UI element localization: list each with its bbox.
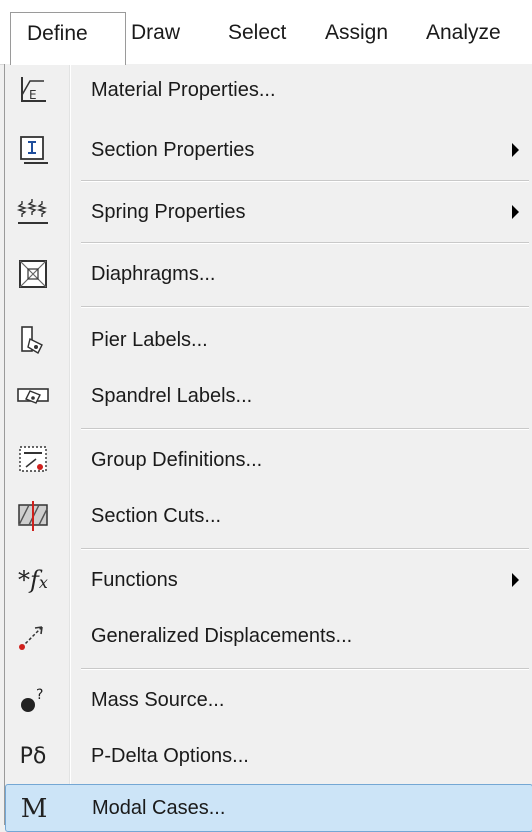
define-dropdown-menu: E Material Properties... Section Propert… (4, 64, 532, 832)
menu-item-label: Pier Labels... (91, 329, 208, 351)
menu-separator (81, 306, 529, 308)
menu-item-label: Generalized Displacements... (91, 625, 353, 647)
group-definitions-icon (15, 442, 51, 478)
svg-text:?: ? (36, 687, 43, 703)
spring-properties-icon (15, 194, 51, 230)
submenu-arrow-icon (512, 205, 519, 219)
menu-separator (81, 428, 529, 430)
menu-item-label: Modal Cases... (92, 797, 226, 819)
menu-separator (81, 242, 529, 244)
submenu-arrow-icon (512, 143, 519, 157)
menu-item-section-properties[interactable]: Section Properties (5, 124, 532, 176)
menu-separator (81, 548, 529, 550)
section-properties-icon (15, 132, 51, 168)
menu-item-functions[interactable]: *fx Functions (5, 554, 532, 606)
svg-text:E: E (29, 88, 37, 102)
section-cuts-icon (15, 498, 51, 534)
menu-select[interactable]: Select (228, 12, 286, 54)
menu-item-label: P-Delta Options... (91, 745, 249, 767)
diaphragms-icon (15, 256, 51, 292)
pier-labels-icon (15, 322, 51, 358)
menu-separator (81, 180, 529, 182)
modal-cases-icon: M (20, 794, 48, 824)
menu-item-diaphragms[interactable]: Diaphragms... (5, 248, 532, 300)
menu-analyze[interactable]: Analyze (426, 12, 501, 54)
menu-item-group-definitions[interactable]: Group Definitions... (5, 434, 532, 486)
menu-item-spring-properties[interactable]: Spring Properties (5, 186, 532, 238)
menu-item-label: Group Definitions... (91, 449, 263, 471)
menu-item-section-cuts[interactable]: Section Cuts... (5, 490, 532, 542)
menu-item-generalized-displacements[interactable]: Generalized Displacements... (5, 610, 532, 662)
menu-item-pier-labels[interactable]: Pier Labels... (5, 314, 532, 366)
menu-item-label: Functions (91, 569, 178, 591)
mass-source-icon: ? (15, 682, 51, 718)
menu-item-material-properties[interactable]: E Material Properties... (5, 64, 532, 116)
functions-icon: *fx (18, 566, 48, 594)
menu-item-spandrel-labels[interactable]: Spandrel Labels... (5, 370, 532, 422)
generalized-displacements-icon (15, 618, 51, 654)
spandrel-labels-icon (15, 378, 51, 414)
menu-item-label: Section Properties (91, 139, 255, 161)
menu-assign[interactable]: Assign (325, 12, 388, 54)
menu-bar: Define Draw Select Assign Analyze (0, 0, 532, 65)
menu-item-label: Spring Properties (91, 201, 246, 223)
menu-item-label: Section Cuts... (91, 505, 222, 527)
menu-item-mass-source[interactable]: ? Mass Source... (5, 674, 532, 726)
material-properties-icon: E (15, 72, 51, 108)
menu-item-label: Spandrel Labels... (91, 385, 253, 407)
menu-separator (81, 668, 529, 670)
submenu-arrow-icon (512, 573, 519, 587)
menu-item-p-delta-options[interactable]: Pδ P-Delta Options... (5, 730, 532, 782)
menu-item-label: Mass Source... (91, 689, 225, 711)
menu-define[interactable]: Define (10, 12, 126, 65)
menu-item-label: Material Properties... (91, 79, 276, 101)
p-delta-icon: Pδ (19, 743, 47, 769)
menu-draw[interactable]: Draw (131, 12, 180, 54)
menu-item-label: Diaphragms... (91, 263, 216, 285)
